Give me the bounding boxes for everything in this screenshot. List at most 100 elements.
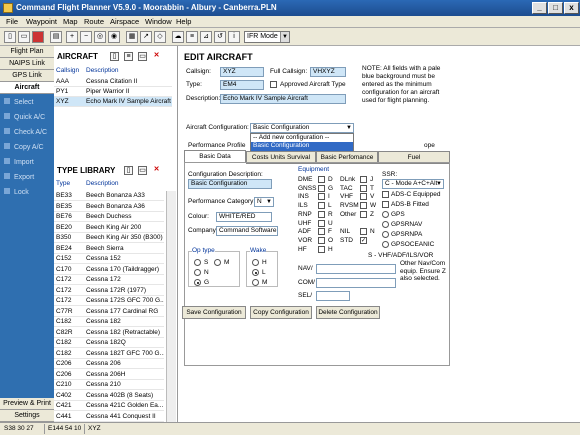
equip-checkbox[interactable]	[318, 202, 325, 210]
action-select[interactable]: Select	[4, 98, 33, 106]
menu-airspace[interactable]: Airspace	[110, 17, 139, 26]
wake-m-radio[interactable]	[252, 279, 259, 286]
action-export[interactable]: Export	[4, 173, 34, 181]
ssr-select[interactable]: C - Mode A+C+Alt ▼	[382, 179, 444, 189]
new-icon[interactable]: ▯	[4, 31, 16, 43]
wind-icon[interactable]: ↺	[214, 31, 226, 43]
new-aircraft-icon[interactable]: ▯	[110, 52, 119, 61]
close-button[interactable]: x	[564, 2, 579, 14]
equip-checkbox[interactable]	[318, 228, 325, 236]
type-row[interactable]: C182 Cessna 182T GFC 700 G...	[54, 349, 164, 359]
equip-checkbox[interactable]	[318, 184, 325, 192]
zoom-in-icon[interactable]: +	[66, 31, 78, 43]
equip-checkbox[interactable]	[360, 176, 367, 183]
type-row[interactable]: C182 Cessna 182	[54, 317, 164, 327]
wake-l-radio[interactable]	[252, 269, 259, 276]
sel-field[interactable]	[316, 291, 350, 301]
print-icon[interactable]: ▤	[50, 31, 62, 43]
company-field[interactable]: Command Software	[216, 226, 278, 236]
copy-config-button[interactable]: Copy Configuration	[250, 306, 312, 319]
tab-flight-plan[interactable]: Flight Plan	[0, 46, 54, 58]
type-row[interactable]: C152 Cessna 152	[54, 254, 164, 264]
equip-checkbox[interactable]	[318, 219, 325, 227]
type-field[interactable]: EM4	[220, 80, 264, 90]
op-g-radio[interactable]	[194, 279, 201, 286]
menu-route[interactable]: Route	[84, 17, 104, 26]
tab-naips-link[interactable]: NAIPS Link	[0, 58, 54, 70]
type-row[interactable]: C77R Cessna 177 Cardinal RG	[54, 307, 164, 317]
com-field[interactable]	[316, 278, 396, 288]
perf-cat-select[interactable]: N ▼	[254, 197, 274, 207]
route-icon[interactable]: ↗	[140, 31, 152, 43]
equip-checkbox[interactable]	[360, 228, 367, 236]
type-row[interactable]: C441 Cessna 441 Conquest II	[54, 412, 164, 422]
ruler-icon[interactable]: ⊿	[200, 31, 212, 43]
op-s-radio[interactable]	[194, 259, 201, 266]
config-select[interactable]: Basic Configuration ▼	[250, 123, 354, 133]
op-m-radio[interactable]	[214, 259, 221, 266]
type-row[interactable]: B350 Beech King Air 350 (B300)	[54, 233, 164, 243]
op-n-radio[interactable]	[194, 269, 201, 276]
wake-h-radio[interactable]	[252, 259, 259, 266]
type-row[interactable]: C172 Cessna 172	[54, 275, 164, 285]
equip-checkbox[interactable]	[318, 236, 325, 244]
config-option-add[interactable]: -- Add new configuration --	[253, 134, 329, 141]
type-row[interactable]: BE20 Beech King Air 200	[54, 223, 164, 233]
open-aircraft-icon[interactable]: ▭	[138, 52, 147, 61]
type-list-scrollbar[interactable]	[166, 191, 176, 422]
tab-aircraft[interactable]: Aircraft	[0, 82, 54, 94]
action-lock[interactable]: Lock	[4, 188, 29, 196]
menu-map[interactable]: Map	[63, 17, 78, 26]
action-quick-ac[interactable]: Quick A/C	[4, 113, 45, 121]
aircraft-row[interactable]: PY1 Piper Warrior II	[54, 87, 172, 97]
type-row[interactable]: C170 Cessna 170 (Taildragger)	[54, 265, 164, 275]
menu-file[interactable]: File	[6, 17, 18, 26]
zoom-out-icon[interactable]: −	[80, 31, 92, 43]
tab-preview-print[interactable]: Preview & Print	[0, 398, 54, 410]
equip-checkbox[interactable]	[318, 176, 325, 183]
gps-radio[interactable]	[382, 211, 389, 218]
new-type-icon[interactable]: ▯	[124, 166, 133, 175]
weather-icon[interactable]: ☁	[172, 31, 184, 43]
save-icon[interactable]	[32, 31, 44, 43]
minimize-button[interactable]: _	[532, 2, 547, 14]
delete-type-icon[interactable]: ✕	[152, 166, 161, 175]
save-config-button[interactable]: Save Configuration	[182, 306, 246, 319]
type-row[interactable]: C172 Cessna 172R (1977)	[54, 286, 164, 296]
action-copy-ac[interactable]: Copy A/C	[4, 143, 44, 151]
menu-waypoint[interactable]: Waypoint	[26, 17, 57, 26]
menu-window[interactable]: Window	[145, 17, 172, 26]
type-row[interactable]: C206 Cessna 206	[54, 359, 164, 369]
menu-help[interactable]: Help	[176, 17, 191, 26]
type-row[interactable]: C206 Cessna 206H	[54, 370, 164, 380]
type-row[interactable]: C421 Cessna 421C Golden Ea...	[54, 401, 164, 411]
type-row[interactable]: C82R Cessna 182 (Retractable)	[54, 328, 164, 338]
equip-checkbox[interactable]: ✓	[360, 236, 367, 244]
maximize-button[interactable]: □	[548, 2, 563, 14]
zoom-fit-icon[interactable]: ◎	[94, 31, 106, 43]
type-row[interactable]: BE33 Beech Bonanza A33	[54, 191, 164, 201]
description-field[interactable]: Echo Mark IV Sample Aircraft	[220, 94, 346, 104]
equip-checkbox[interactable]	[360, 193, 367, 201]
edit-aircraft-icon[interactable]: ≡	[124, 52, 133, 61]
info-icon[interactable]: i	[228, 31, 240, 43]
equip-checkbox[interactable]	[318, 193, 325, 201]
ads-c-checkbox[interactable]	[382, 191, 389, 198]
delete-aircraft-icon[interactable]: ✕	[152, 52, 161, 61]
approved-checkbox[interactable]	[270, 81, 277, 88]
config-option-basic[interactable]: Basic Configuration	[251, 142, 353, 151]
aircraft-row[interactable]: XYZ Echo Mark IV Sample Aircraft	[54, 97, 172, 107]
open-type-icon[interactable]: ▭	[138, 166, 147, 175]
open-icon[interactable]: ▭	[18, 31, 30, 43]
equip-checkbox[interactable]	[318, 210, 325, 218]
equip-checkbox[interactable]	[360, 210, 367, 218]
zoom-route-icon[interactable]: ◉	[108, 31, 120, 43]
type-row[interactable]: C172 Cessna 172S GFC 700 G...	[54, 296, 164, 306]
tab-gps-link[interactable]: GPS Link	[0, 70, 54, 82]
notam-icon[interactable]: ≡	[186, 31, 198, 43]
nav-field[interactable]	[316, 264, 396, 274]
colour-field[interactable]: WHITE/RED	[216, 212, 272, 222]
equip-checkbox[interactable]	[360, 184, 367, 192]
type-row[interactable]: C402 Cessna 402B (8 Seats)	[54, 391, 164, 401]
type-row[interactable]: BE24 Beech Sierra	[54, 244, 164, 254]
